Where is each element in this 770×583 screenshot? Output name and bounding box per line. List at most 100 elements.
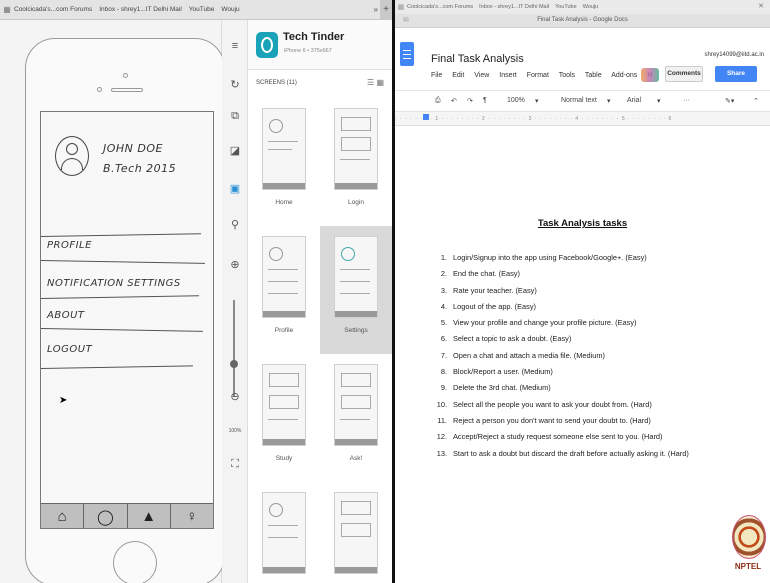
fullscreen-icon[interactable]: ⛶	[222, 458, 248, 471]
refresh-icon[interactable]: ↻	[222, 78, 248, 91]
select-icon[interactable]: ▣	[222, 182, 248, 195]
close-icon[interactable]: ✕	[758, 2, 764, 10]
list-item: 13. Start to ask a doubt but discard the …	[436, 448, 689, 458]
menu-format[interactable]: Format	[527, 72, 549, 79]
copy-icon[interactable]: ⧉	[222, 110, 248, 123]
app-title: Tech Tinder	[283, 31, 345, 43]
comments-button[interactable]: Comments	[665, 66, 703, 82]
bookmark-forums[interactable]: Coolcicada's...com Forums	[14, 6, 92, 13]
bookmark-youtube[interactable]: YouTube	[555, 4, 577, 10]
bookmarks-bar: ▦ Coolcicada's...com Forums Inbox - shre…	[395, 0, 770, 14]
bookmark-inbox[interactable]: Inbox - shrey1...IT Delhi Mail	[479, 4, 549, 10]
ruler[interactable]: · · · · · · · · 1 · · · · · · · · 2 · · …	[395, 112, 770, 126]
chevron-down-icon[interactable]: ▾	[535, 97, 539, 105]
doc-title[interactable]: Final Task Analysis	[431, 53, 524, 65]
list-item: 1. Login/Signup into the app using Facebo…	[440, 253, 647, 262]
bookmark-inbox[interactable]: Inbox - shrey1...IT Delhi Mail	[99, 6, 182, 13]
phone-home-button[interactable]	[113, 541, 157, 583]
person-icon[interactable]: ♀	[171, 504, 213, 528]
thumbnail	[334, 236, 378, 318]
apps-grid-icon[interactable]: ▦	[395, 3, 407, 11]
chevron-down-icon[interactable]: ▾	[657, 97, 661, 105]
bookmark-wouju[interactable]: Wouju	[221, 6, 239, 13]
more-icon[interactable]: ···	[683, 97, 690, 104]
zoom-level: 100%	[228, 428, 242, 434]
screen-thumb-study[interactable]: Study	[248, 354, 320, 482]
indent-marker-icon[interactable]	[423, 114, 429, 120]
apps-grid-icon[interactable]: ▦	[0, 0, 14, 20]
chat-icon[interactable]	[641, 68, 659, 82]
thumbnail	[334, 492, 378, 574]
paint-format-icon[interactable]: ¶	[483, 97, 487, 104]
thumbnail	[334, 108, 378, 190]
bell-icon[interactable]: ▲	[128, 504, 171, 528]
prototype-window: ▦ Coolcicada's...com Forums Inbox - shre…	[0, 0, 392, 583]
tinder-logo-icon	[256, 32, 278, 58]
menu-icon[interactable]: ≡	[222, 40, 248, 52]
user-account[interactable]: shrey14099@iitd.ac.in	[705, 52, 764, 58]
zoom-in-icon[interactable]: ⊕	[222, 258, 248, 271]
screen-thumb-ask[interactable]: Ask!	[320, 354, 392, 482]
bookmark-youtube[interactable]: YouTube	[189, 6, 215, 13]
style-select[interactable]: Normal text	[561, 97, 597, 104]
profile-header: JOHN DOE B.Tech 2015	[41, 112, 213, 212]
share-button[interactable]: Share	[715, 66, 757, 82]
docs-window: ▦ Coolcicada's...com Forums Inbox - shre…	[395, 0, 770, 583]
list-item: 5. View your profile and change your prof…	[440, 318, 637, 328]
thumbnail	[262, 108, 306, 190]
thumb-caption: Home	[275, 199, 293, 206]
zoom-slider-knob[interactable]	[230, 360, 238, 368]
screen-thumb-settings[interactable]: Settings	[320, 226, 392, 354]
menu-tools[interactable]: Tools	[559, 72, 575, 79]
phone-screen[interactable]: JOHN DOE B.Tech 2015 PROFILE NOTIFICATIO…	[40, 111, 214, 529]
zoom-out-icon[interactable]: ⊖	[222, 390, 248, 403]
list-item: 8. Block/Report a user. (Medium)	[440, 367, 553, 377]
document-page[interactable]: Task Analysis tasks 1. Login/Signup into …	[395, 126, 770, 583]
undo-icon[interactable]: ↶	[451, 97, 457, 105]
pen-icon[interactable]: ✎▾	[725, 97, 734, 105]
menu-item-logout[interactable]: LOGOUT	[41, 344, 213, 355]
screen-thumb[interactable]	[248, 482, 320, 583]
home-icon[interactable]: ⌂	[41, 504, 85, 528]
menu-view[interactable]: View	[474, 72, 489, 79]
docs-logo-icon[interactable]	[400, 42, 414, 66]
thumbnail	[334, 364, 378, 446]
menu-divider	[41, 260, 205, 265]
zoom-select[interactable]: 100%	[507, 97, 525, 104]
print-icon[interactable]: ⎙	[435, 97, 441, 105]
menu-insert[interactable]: Insert	[499, 72, 517, 79]
menu-item-about[interactable]: ABOUT	[41, 310, 213, 321]
list-item: 3. Rate your teacher. (Easy)	[440, 285, 537, 295]
menu-edit[interactable]: Edit	[452, 72, 464, 79]
view-toggle-icon[interactable]: ☰ ▦	[367, 78, 384, 87]
font-select[interactable]: Arial	[627, 97, 641, 104]
star-icon[interactable]: ☆	[513, 53, 522, 64]
menu-file[interactable]: File	[431, 72, 442, 79]
pin-icon[interactable]: ⚲	[222, 218, 248, 231]
collapse-icon[interactable]: ⌃	[753, 97, 759, 105]
list-item: 4. Logout of the app. (Easy)	[440, 301, 536, 311]
menu-item-notification-settings[interactable]: NOTIFICATION SETTINGS	[41, 278, 213, 289]
new-tab-button[interactable]: +	[380, 0, 392, 20]
redo-icon[interactable]: ↷	[467, 97, 473, 105]
zoom-slider[interactable]	[230, 300, 238, 396]
menu-item-profile[interactable]: PROFILE	[41, 240, 213, 251]
menu-table[interactable]: Table	[585, 72, 602, 79]
screen-thumb-profile[interactable]: Profile	[248, 226, 320, 354]
bookmark-forums[interactable]: Coolcicada's...com Forums	[407, 4, 473, 10]
menu-addons[interactable]: Add-ons	[611, 72, 637, 79]
chat-icon[interactable]: ◯	[84, 504, 128, 528]
avatar[interactable]	[55, 136, 89, 176]
screen-thumb[interactable]	[320, 482, 392, 583]
screen-thumb-login[interactable]: Login	[320, 98, 392, 226]
doc-heading: Task Analysis tasks	[537, 218, 628, 229]
browser-tab[interactable]: ✉ Final Task Analysis - Google Docs	[395, 14, 770, 28]
list-item: 6. Select a topic to ask a doubt. (Easy)	[440, 334, 572, 344]
bookmarks-overflow-icon[interactable]: »	[374, 5, 378, 14]
bookmark-wouju[interactable]: Wouju	[583, 4, 599, 10]
crop-icon[interactable]: ◪	[222, 144, 248, 157]
menu-divider	[41, 328, 203, 333]
chevron-down-icon[interactable]: ▾	[607, 97, 611, 105]
desktop: ▦ Coolcicada's...com Forums Inbox - shre…	[0, 0, 770, 583]
screen-thumb-home[interactable]: Home	[248, 98, 320, 226]
